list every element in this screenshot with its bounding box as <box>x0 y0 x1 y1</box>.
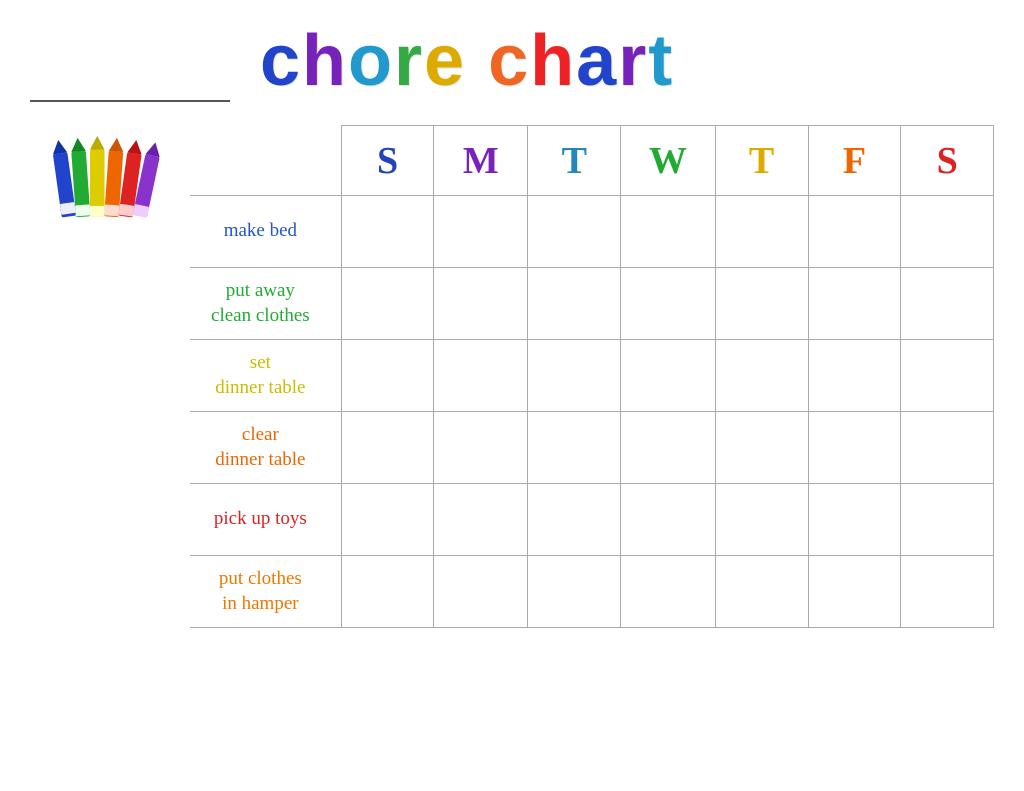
check-cell-set-dinner-wed[interactable] <box>621 340 715 412</box>
check-cell-make-bed-wed[interactable] <box>621 196 715 268</box>
title-letter-t: t <box>648 20 672 102</box>
empty-header-cell <box>190 126 341 196</box>
chore-row-put-clothes: put clothesin hamper <box>190 556 994 628</box>
chore-label-put-clothes: put clothesin hamper <box>190 556 341 628</box>
chore-row-put-away: put awayclean clothes <box>190 268 994 340</box>
check-cell-put-away-wed[interactable] <box>621 268 715 340</box>
check-cell-make-bed-mon[interactable] <box>434 196 528 268</box>
title-letter-r2: r <box>618 20 646 102</box>
check-cell-set-dinner-sun[interactable] <box>341 340 434 412</box>
day-header-monday: M <box>434 126 528 196</box>
title-letter-a: a <box>576 20 616 102</box>
title-letter-e1: e <box>424 20 464 102</box>
day-header-friday: F <box>808 126 901 196</box>
check-cell-make-bed-fri[interactable] <box>808 196 901 268</box>
check-cell-clear-dinner-mon[interactable] <box>434 412 528 484</box>
check-cell-put-away-mon[interactable] <box>434 268 528 340</box>
check-cell-put-away-fri[interactable] <box>808 268 901 340</box>
chore-label-set-dinner: setdinner table <box>190 340 341 412</box>
chore-row-make-bed: make bed <box>190 196 994 268</box>
chore-row-set-dinner: setdinner table <box>190 340 994 412</box>
check-cell-pick-up-tue[interactable] <box>528 484 621 556</box>
check-cell-make-bed-sun[interactable] <box>341 196 434 268</box>
check-cell-clear-dinner-sun[interactable] <box>341 412 434 484</box>
chore-table: S M T W T F S make bed <box>190 125 994 628</box>
check-cell-set-dinner-sat[interactable] <box>901 340 994 412</box>
header: c h o r e c h a r t <box>30 20 994 107</box>
check-cell-clear-dinner-fri[interactable] <box>808 412 901 484</box>
chore-label-clear-dinner: cleardinner table <box>190 412 341 484</box>
check-cell-put-clothes-sun[interactable] <box>341 556 434 628</box>
check-cell-set-dinner-mon[interactable] <box>434 340 528 412</box>
title-letter-h2: h <box>530 20 574 102</box>
title-letter-h1: h <box>302 20 346 102</box>
chore-label-make-bed: make bed <box>190 196 341 268</box>
check-cell-set-dinner-fri[interactable] <box>808 340 901 412</box>
title: c h o r e c h a r t <box>260 20 672 102</box>
table-container: S M T W T F S make bed <box>30 125 994 628</box>
check-cell-put-clothes-fri[interactable] <box>808 556 901 628</box>
chore-row-pick-up-toys: pick up toys <box>190 484 994 556</box>
check-cell-clear-dinner-sat[interactable] <box>901 412 994 484</box>
crayons-icon <box>40 135 180 235</box>
check-cell-make-bed-sat[interactable] <box>901 196 994 268</box>
check-cell-make-bed-tue[interactable] <box>528 196 621 268</box>
days-header-row: S M T W T F S <box>190 126 994 196</box>
title-letter-c2: c <box>488 20 528 102</box>
title-space <box>466 20 486 102</box>
day-header-tuesday: T <box>528 126 621 196</box>
chore-label-pick-up-toys: pick up toys <box>190 484 341 556</box>
check-cell-pick-up-sat[interactable] <box>901 484 994 556</box>
check-cell-pick-up-sun[interactable] <box>341 484 434 556</box>
check-cell-put-away-thu[interactable] <box>715 268 808 340</box>
check-cell-put-clothes-sat[interactable] <box>901 556 994 628</box>
check-cell-put-clothes-wed[interactable] <box>621 556 715 628</box>
check-cell-put-away-sat[interactable] <box>901 268 994 340</box>
check-cell-clear-dinner-thu[interactable] <box>715 412 808 484</box>
day-header-wednesday: W <box>621 126 715 196</box>
check-cell-clear-dinner-wed[interactable] <box>621 412 715 484</box>
name-line[interactable] <box>30 72 230 102</box>
title-letter-c1: c <box>260 20 300 102</box>
crayons-area <box>30 125 190 628</box>
title-letter-r1: r <box>394 20 422 102</box>
check-cell-set-dinner-thu[interactable] <box>715 340 808 412</box>
check-cell-clear-dinner-tue[interactable] <box>528 412 621 484</box>
check-cell-put-clothes-tue[interactable] <box>528 556 621 628</box>
day-header-thursday: T <box>715 126 808 196</box>
chore-row-clear-dinner: cleardinner table <box>190 412 994 484</box>
title-letter-o: o <box>348 20 392 102</box>
day-header-sunday: S <box>341 126 434 196</box>
day-header-saturday: S <box>901 126 994 196</box>
check-cell-pick-up-mon[interactable] <box>434 484 528 556</box>
check-cell-pick-up-wed[interactable] <box>621 484 715 556</box>
page: c h o r e c h a r t <box>0 0 1024 791</box>
check-cell-put-away-tue[interactable] <box>528 268 621 340</box>
check-cell-set-dinner-tue[interactable] <box>528 340 621 412</box>
check-cell-make-bed-thu[interactable] <box>715 196 808 268</box>
chore-label-put-away: put awayclean clothes <box>190 268 341 340</box>
check-cell-put-clothes-thu[interactable] <box>715 556 808 628</box>
check-cell-put-away-sun[interactable] <box>341 268 434 340</box>
check-cell-put-clothes-mon[interactable] <box>434 556 528 628</box>
check-cell-pick-up-thu[interactable] <box>715 484 808 556</box>
check-cell-pick-up-fri[interactable] <box>808 484 901 556</box>
